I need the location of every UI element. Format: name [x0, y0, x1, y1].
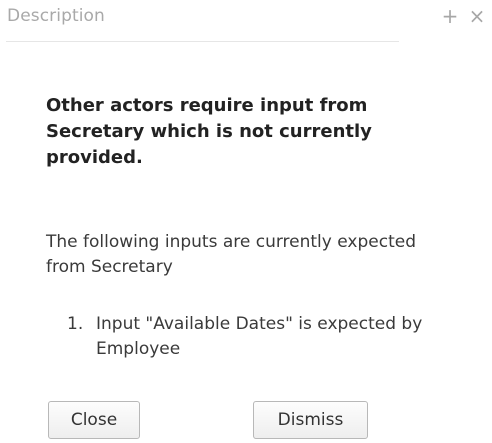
- message-headline: Other actors require input from Secretar…: [46, 95, 372, 168]
- list-item-number: 1.: [67, 314, 84, 334]
- expected-inputs-list: 1. Input "Available Dates" is expected b…: [46, 312, 446, 362]
- panel-title: Description: [7, 6, 105, 26]
- list-item-text: Input "Available Dates" is expected by E…: [96, 314, 423, 359]
- panel-header: Description + ×: [0, 0, 492, 42]
- dismiss-button[interactable]: Dismiss: [253, 401, 368, 439]
- list-item: 1. Input "Available Dates" is expected b…: [46, 312, 446, 362]
- close-button[interactable]: Close: [48, 401, 140, 439]
- close-icon[interactable]: ×: [467, 4, 487, 28]
- message-intro: The following inputs are currently expec…: [46, 232, 416, 277]
- plus-icon[interactable]: +: [440, 4, 460, 28]
- header-divider: [6, 41, 399, 42]
